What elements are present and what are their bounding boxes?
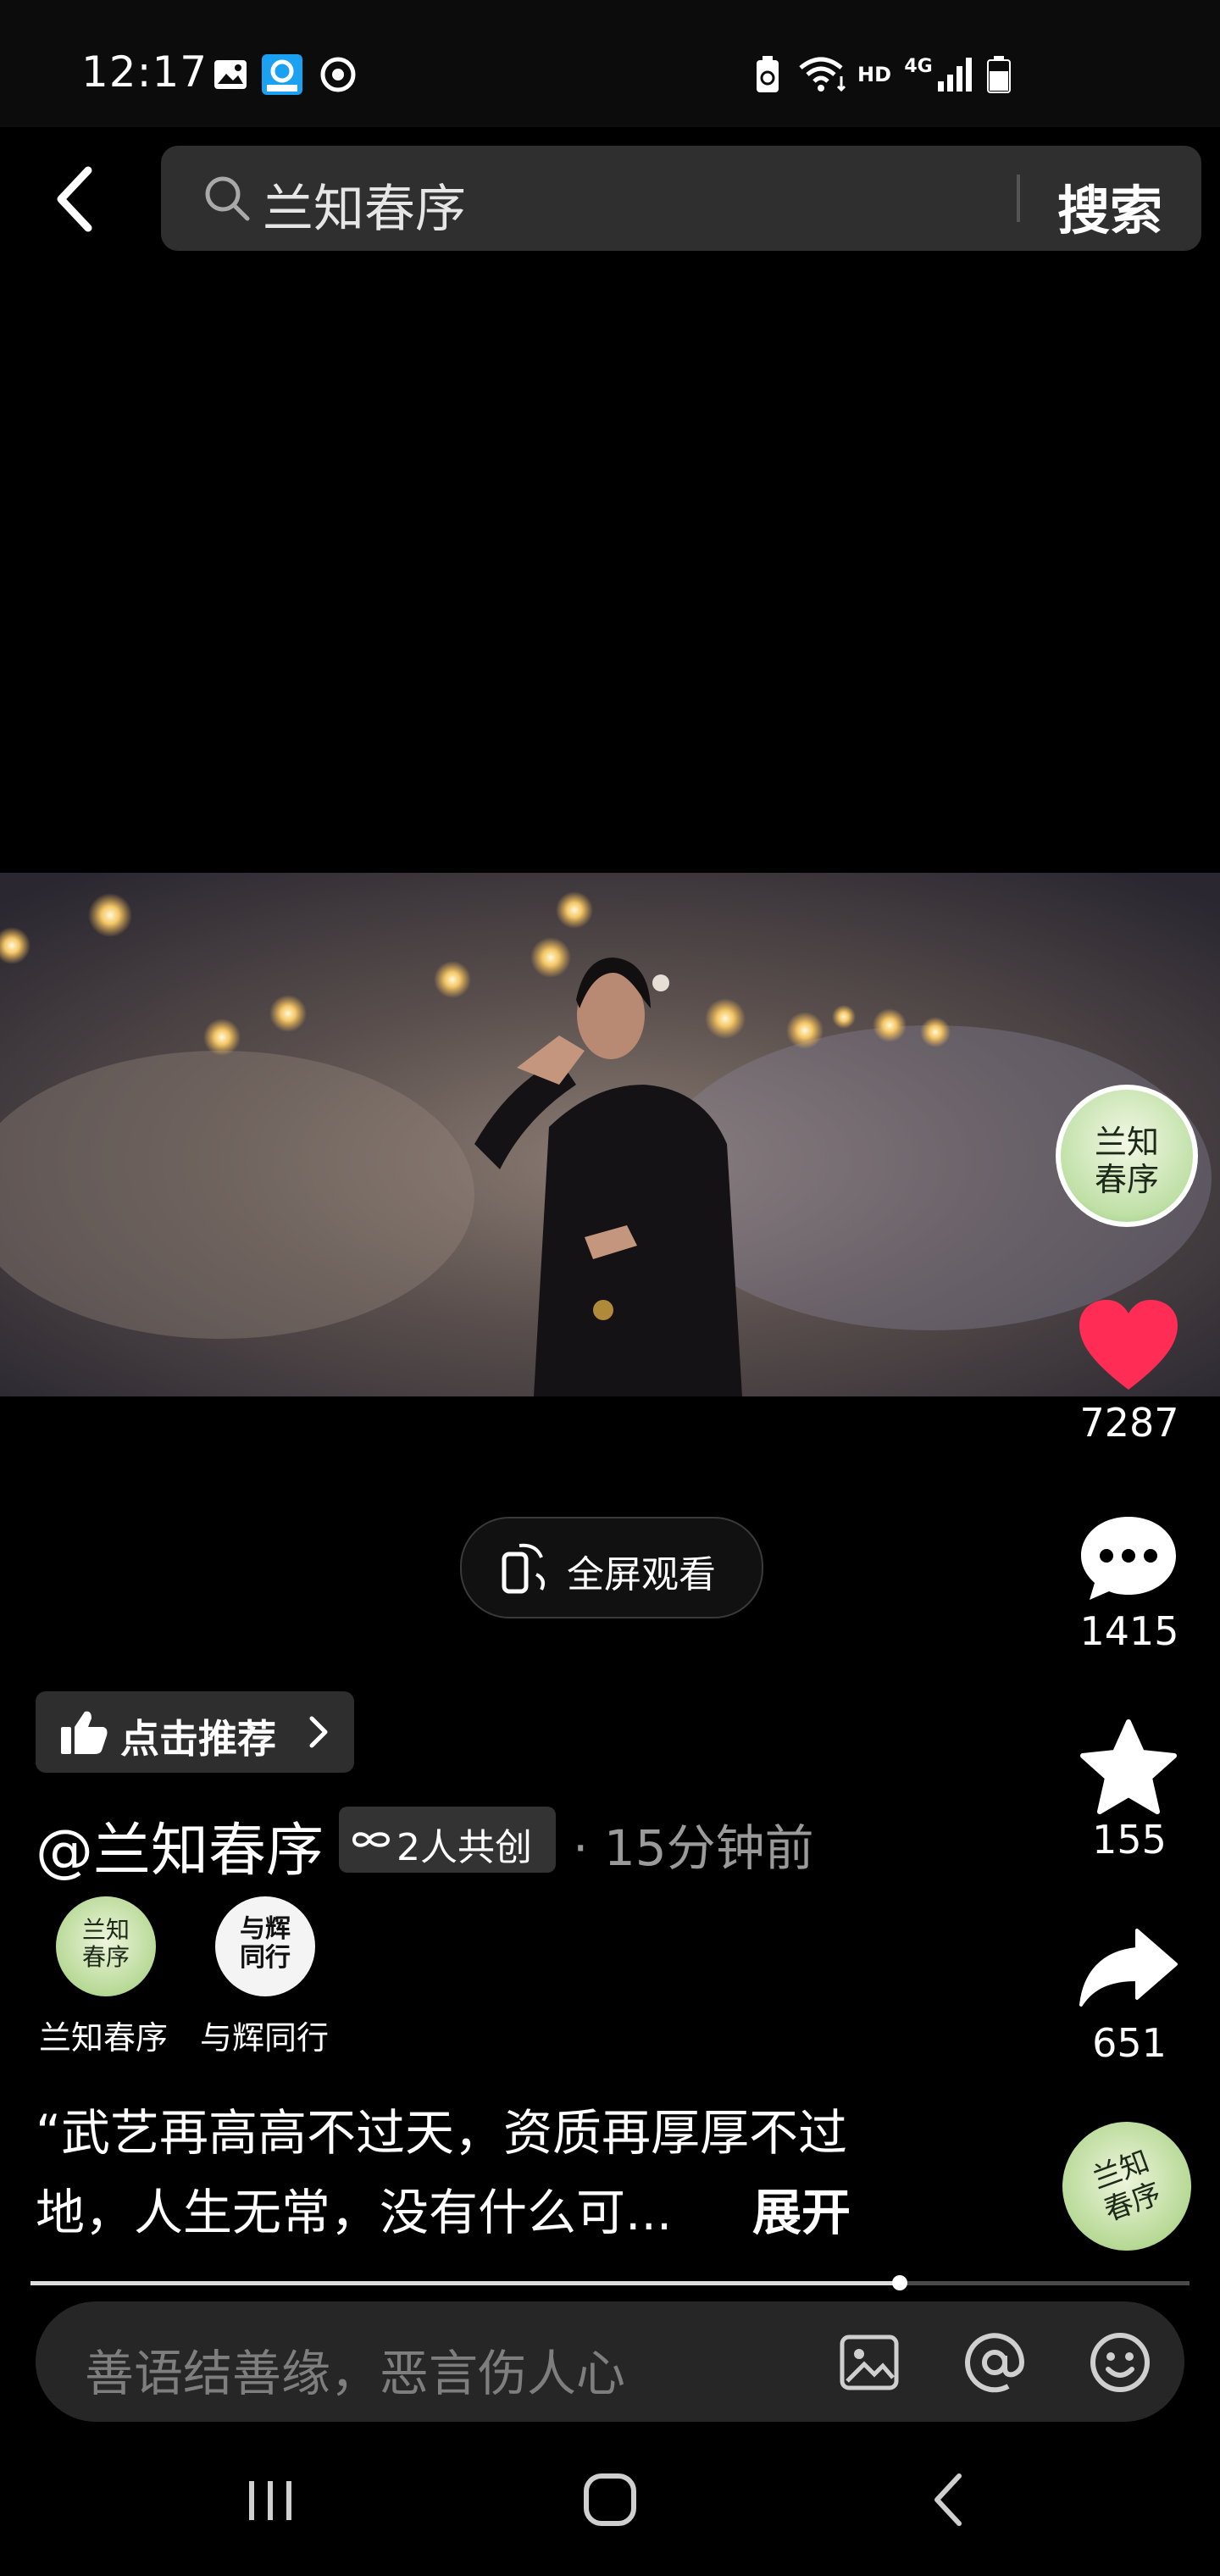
recent-apps-button[interactable]: [241, 2471, 300, 2530]
navigation-bar: [0, 2432, 1220, 2576]
app-notification-icon: [261, 54, 303, 95]
sync-icon: [319, 56, 358, 93]
fullscreen-button[interactable]: 全屏观看: [460, 1517, 763, 1618]
avatar-text-1: 兰知: [1094, 1124, 1159, 1161]
status-bar: 12:17 HD 4G: [0, 0, 1220, 127]
progress-knob[interactable]: [892, 2275, 907, 2290]
search-bar[interactable]: 兰知春序 搜索: [161, 146, 1201, 251]
4g-label: 4G: [904, 56, 933, 77]
battery-saver-icon: [752, 56, 783, 93]
search-button[interactable]: 搜索: [1057, 168, 1162, 244]
status-time: 12:17: [81, 47, 208, 97]
co-creator-avatar-text: 与辉: [240, 1914, 291, 1944]
progress-track[interactable]: [30, 2275, 1190, 2290]
collab-badge[interactable]: 2人共创: [339, 1807, 556, 1873]
video-player[interactable]: [0, 873, 1220, 1396]
description-line: “武艺再高高不过天，资质再厚厚不过: [36, 2104, 848, 2162]
author-avatar-button[interactable]: 兰知 春序: [1056, 1085, 1198, 1227]
hd-icon: HD: [857, 63, 891, 86]
description-line: 地，人生无常，没有什么可...: [36, 2184, 673, 2241]
like-count: 7287: [1079, 1400, 1179, 1446]
battery-icon: [984, 56, 1013, 93]
comment-input[interactable]: 善语结善缘，恶言伤人心: [85, 2334, 625, 2405]
author-avatar: 兰知 春序: [1061, 1090, 1193, 1222]
nav-back-icon: [934, 2473, 962, 2526]
author-name[interactable]: @兰知春序: [36, 1803, 324, 1887]
comment-button[interactable]: [1078, 1513, 1179, 1602]
recent-apps-icon: [249, 2481, 291, 2520]
star-icon: [1080, 1719, 1177, 1814]
4g-signal-icon: [935, 56, 974, 93]
music-disc-button[interactable]: 兰知 春序: [1044, 2103, 1210, 2269]
gallery-icon: [212, 56, 249, 93]
thumbs-up-icon: [59, 1708, 108, 1756]
avatar-text-2: 春序: [1094, 1161, 1159, 1198]
favorite-count: 155: [1092, 1817, 1167, 1863]
chevron-right-icon: [305, 1713, 330, 1751]
search-input[interactable]: 兰知春序: [263, 168, 466, 242]
nav-back-button[interactable]: [923, 2469, 974, 2530]
chevron-left-icon: [57, 166, 92, 232]
home-button[interactable]: [580, 2469, 640, 2530]
co-creator-avatar-text: 兰知: [81, 1916, 130, 1944]
comment-count: 1415: [1079, 1608, 1179, 1654]
co-creator-name[interactable]: 与辉同行: [200, 2012, 329, 2058]
post-time: · 15分钟前: [573, 1819, 814, 1877]
video-frame: [0, 873, 1220, 1396]
share-button[interactable]: [1078, 1927, 1179, 2012]
link-icon: [351, 1825, 391, 1854]
co-creator-avatar-text: 春序: [81, 1943, 130, 1971]
fullscreen-label: 全屏观看: [567, 1553, 716, 1596]
co-creator-avatar-text: 同行: [240, 1943, 291, 1973]
heart-icon: [1079, 1300, 1178, 1390]
recommend-button[interactable]: 点击推荐: [36, 1691, 354, 1773]
progress-fill: [30, 2281, 900, 2285]
image-icon[interactable]: [839, 2332, 900, 2393]
wifi-icon: [796, 56, 851, 93]
share-arrow-icon: [1079, 1929, 1178, 2007]
comment-icon: [1081, 1517, 1176, 1600]
at-mention-icon[interactable]: [962, 2330, 1027, 2395]
back-button[interactable]: [44, 161, 103, 237]
search-icon: [203, 175, 251, 222]
favorite-button[interactable]: [1078, 1718, 1179, 1817]
emoji-icon[interactable]: [1088, 2330, 1152, 2395]
home-icon: [584, 2473, 636, 2526]
co-creator-name[interactable]: 兰知春序: [39, 2012, 168, 2058]
like-button[interactable]: [1076, 1296, 1181, 1395]
co-creator-avatar[interactable]: 兰知 春序: [56, 1896, 156, 1996]
rotate-phone-icon: [499, 1541, 552, 1595]
recommend-label: 点击推荐: [120, 1716, 276, 1762]
search-divider: [1017, 175, 1020, 222]
share-count: 651: [1092, 2020, 1167, 2066]
co-creator-avatar[interactable]: 与辉 同行: [215, 1896, 315, 1996]
collab-label: 2人共创: [396, 1826, 532, 1869]
comment-bar[interactable]: 善语结善缘，恶言伤人心: [36, 2301, 1184, 2422]
expand-button[interactable]: 展开: [752, 2173, 851, 2244]
